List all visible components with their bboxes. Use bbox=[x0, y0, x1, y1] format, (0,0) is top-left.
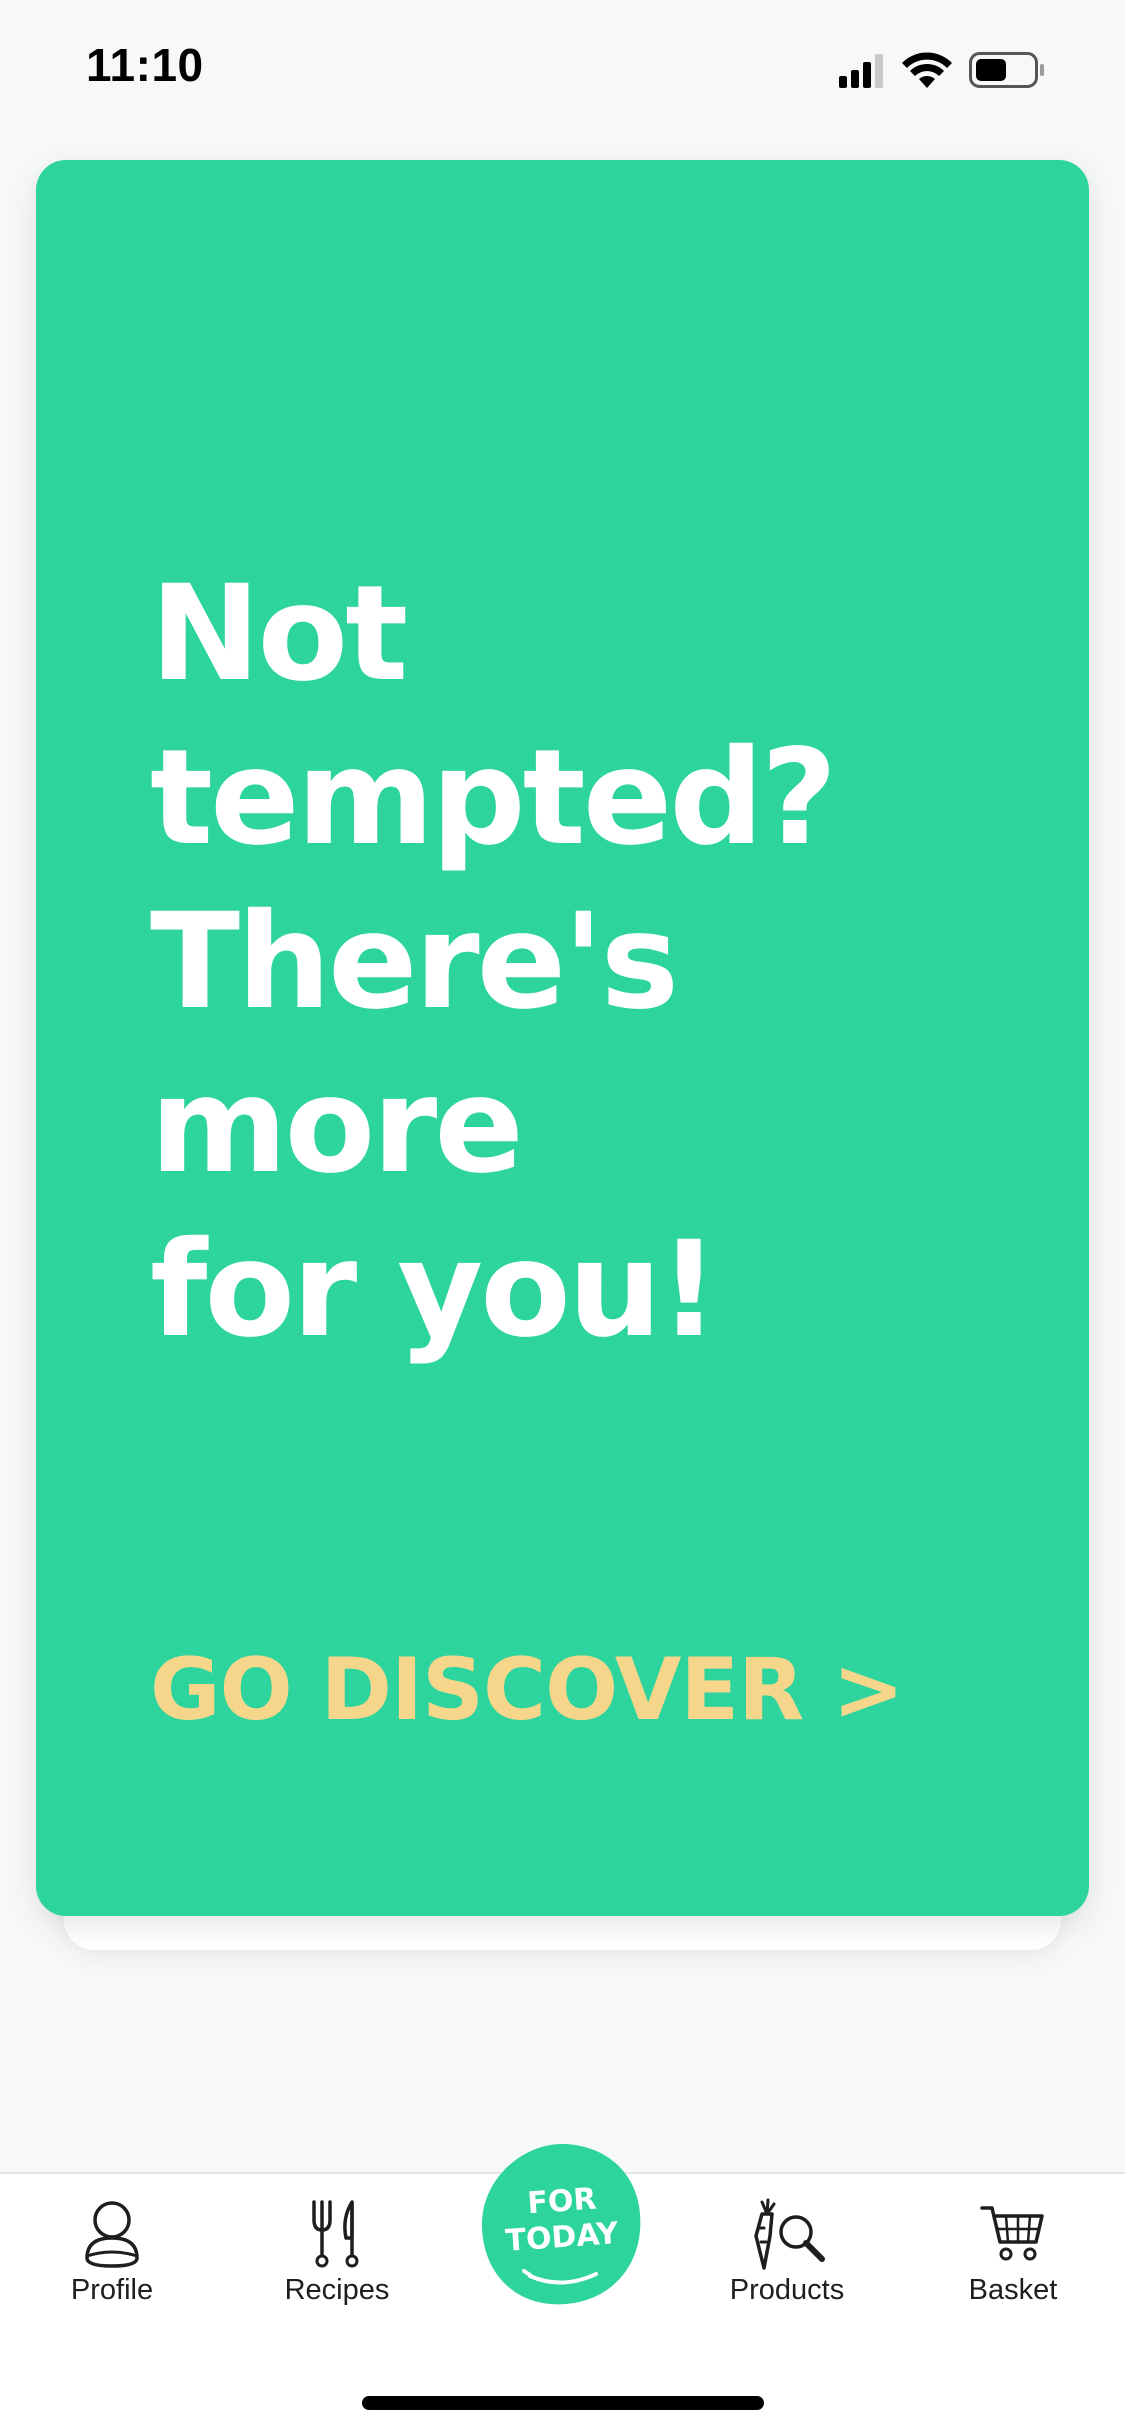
tab-basket-label: Basket bbox=[968, 2274, 1058, 2306]
status-icons bbox=[831, 50, 1081, 90]
status-bar: 11:10 bbox=[0, 0, 1125, 132]
card-headline: Not tempted? There's more for you! bbox=[150, 557, 837, 1367]
tab-profile-label: Profile bbox=[70, 2274, 154, 2306]
tab-products[interactable]: Products bbox=[692, 2198, 882, 2338]
status-time: 11:10 bbox=[86, 39, 204, 91]
fork-knife-icon bbox=[312, 2200, 359, 2268]
tab-profile[interactable]: Profile bbox=[17, 2198, 207, 2338]
screen: 11:10 Not tempted? There's more for you!… bbox=[0, 0, 1125, 2436]
tab-basket[interactable]: Basket bbox=[918, 2198, 1108, 2338]
profile-icon bbox=[85, 2201, 139, 2268]
signal-icon bbox=[839, 54, 883, 88]
battery-icon bbox=[969, 52, 1044, 88]
tab-recipes-label: Recipes bbox=[284, 2274, 390, 2306]
promo-card[interactable]: Not tempted? There's more for you! GO DI… bbox=[36, 160, 1089, 1916]
go-discover-link[interactable]: GO DISCOVER > bbox=[150, 1640, 904, 1740]
wifi-icon bbox=[902, 52, 952, 88]
for-today-label: FOR TODAY bbox=[478, 2182, 646, 2259]
carrot-magnifier-icon bbox=[754, 2198, 825, 2270]
tab-products-label: Products bbox=[729, 2274, 845, 2306]
home-indicator bbox=[362, 2396, 764, 2410]
for-today-button[interactable]: FOR TODAY bbox=[478, 2140, 646, 2308]
cart-icon bbox=[980, 2206, 1044, 2261]
tab-recipes[interactable]: Recipes bbox=[242, 2198, 432, 2338]
